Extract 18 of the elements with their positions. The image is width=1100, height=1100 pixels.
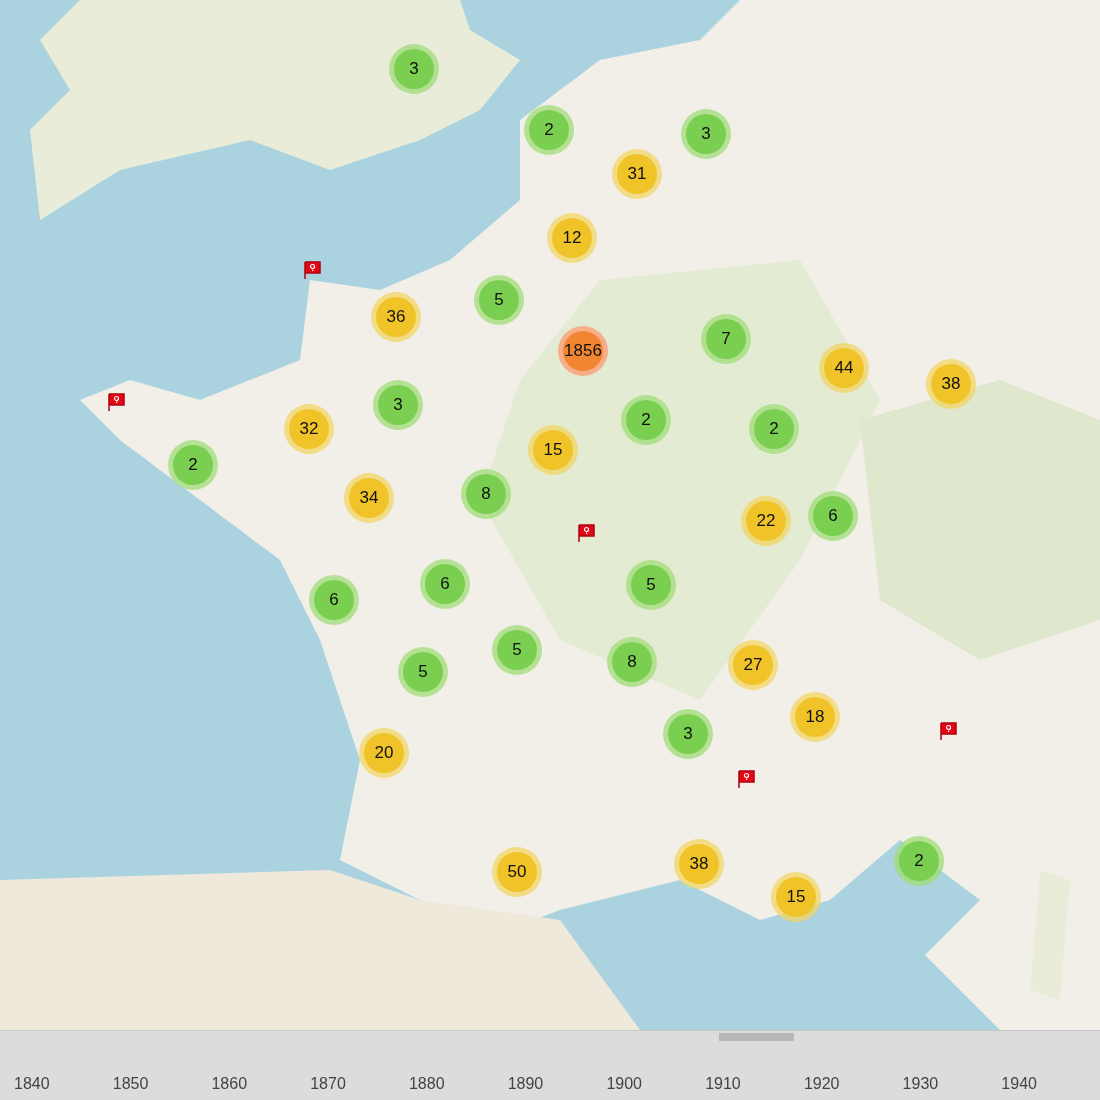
year-label: 1900 xyxy=(606,1075,643,1093)
year-label: 1930 xyxy=(902,1075,940,1093)
year-label: 1890 xyxy=(507,1075,545,1093)
year-label: 1880 xyxy=(408,1075,446,1093)
year-label: 1870 xyxy=(310,1075,347,1093)
flag-marker-icon[interactable] xyxy=(736,769,756,789)
flag-marker-icon[interactable] xyxy=(938,721,958,741)
timeline-handle[interactable] xyxy=(719,1033,794,1041)
flag-marker-icon[interactable] xyxy=(302,260,322,280)
flag-marker-icon[interactable] xyxy=(106,392,126,412)
year-label: 1910 xyxy=(705,1075,742,1093)
timeline-bar[interactable]: 1840 1850 1860 1870 1880 1890 1900 1910 1920 1930 1940 xyxy=(0,1030,1100,1100)
year-label: 1850 xyxy=(112,1075,150,1093)
year-label: 1920 xyxy=(803,1075,841,1093)
flag-marker-icon[interactable] xyxy=(576,523,596,543)
year-label: 1940 xyxy=(1001,1075,1038,1093)
year-label: 1860 xyxy=(211,1075,249,1093)
year-label: 1840 xyxy=(14,1075,51,1093)
